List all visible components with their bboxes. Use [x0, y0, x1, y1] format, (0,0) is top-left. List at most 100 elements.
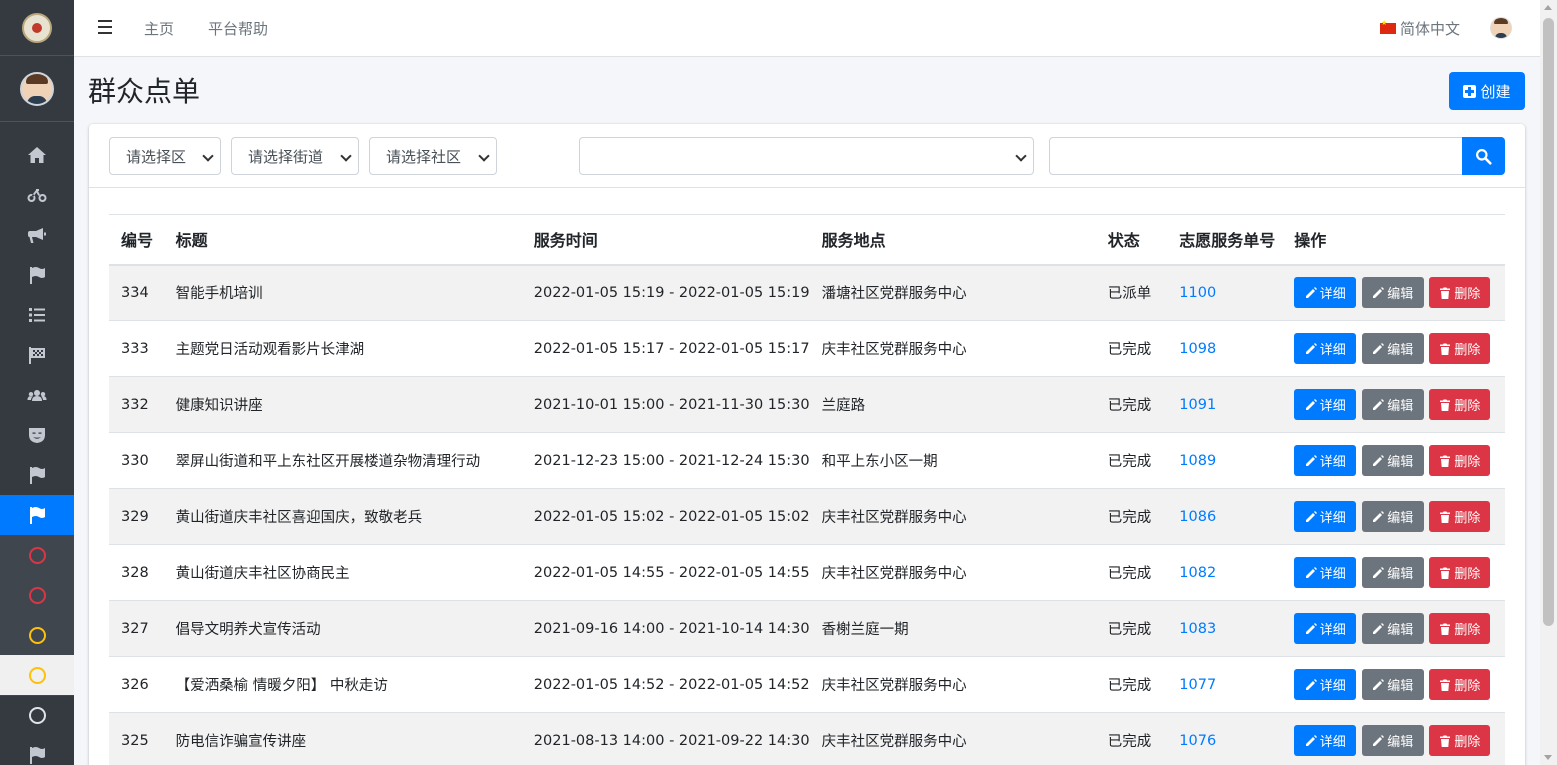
language-selector[interactable]: 简体中文 [1379, 18, 1460, 39]
cell-status: 已完成 [1095, 320, 1168, 377]
user-menu-avatar[interactable] [1490, 17, 1512, 39]
delete-button[interactable]: 删除 [1429, 445, 1491, 476]
edit-button[interactable]: 编辑 [1361, 389, 1424, 420]
delete-button[interactable]: 删除 [1429, 277, 1491, 309]
sidebar-item-list[interactable] [0, 295, 74, 335]
edit-button[interactable]: 编辑 [1361, 277, 1424, 309]
sidebar-item-home[interactable] [0, 135, 74, 175]
nav-link-home[interactable]: 主页 [144, 18, 174, 39]
cell-actions: 详细 编辑 删除 [1282, 320, 1505, 377]
delete-button-label: 删除 [1454, 343, 1481, 358]
cell-title: 翠屏山街道和平上东社区开展楼道杂物清理行动 [163, 432, 522, 489]
order-link[interactable]: 1077 [1179, 677, 1216, 693]
detail-button[interactable]: 详细 [1294, 669, 1357, 700]
cell-order: 1100 [1167, 264, 1283, 321]
edit-button[interactable]: 编辑 [1361, 725, 1424, 757]
create-button[interactable]: 创建 [1449, 72, 1525, 110]
detail-button-label: 详细 [1319, 679, 1346, 694]
detail-button[interactable]: 详细 [1294, 613, 1357, 644]
menu-toggle-icon[interactable] [98, 20, 112, 34]
edit-button[interactable]: 编辑 [1361, 669, 1424, 700]
cell-place: 庆丰社区党群服务中心 [809, 656, 1096, 713]
page-scrollbar[interactable] [1540, 0, 1557, 765]
order-link[interactable]: 1100 [1179, 285, 1216, 301]
delete-button-label: 删除 [1454, 567, 1481, 582]
order-link[interactable]: 1086 [1179, 509, 1216, 525]
scroll-up-icon[interactable] [1544, 5, 1552, 10]
detail-button[interactable]: 详细 [1294, 389, 1357, 420]
sidebar-item-announcement[interactable] [0, 215, 74, 255]
delete-button[interactable]: 删除 [1429, 669, 1491, 700]
cell-order: 1082 [1167, 544, 1283, 601]
sidebar-item-flag-1[interactable] [0, 255, 74, 295]
detail-button[interactable]: 详细 [1294, 277, 1357, 309]
sidebar-item-flag-2[interactable] [0, 455, 74, 495]
delete-button[interactable]: 删除 [1429, 501, 1491, 532]
list-icon [29, 308, 45, 322]
sidebar-subitem-3[interactable] [0, 615, 74, 655]
order-link[interactable]: 1083 [1179, 621, 1216, 637]
delete-button-label: 删除 [1454, 511, 1481, 526]
detail-button[interactable]: 详细 [1294, 557, 1357, 588]
cell-id: 334 [109, 264, 164, 321]
cell-title: 倡导文明养犬宣传活动 [163, 600, 522, 657]
detail-button-label: 详细 [1319, 455, 1346, 470]
nav-link-help[interactable]: 平台帮助 [208, 18, 268, 39]
scroll-down-icon[interactable] [1544, 755, 1552, 760]
user-avatar [20, 71, 54, 106]
detail-button[interactable]: 详细 [1294, 445, 1357, 476]
category-select[interactable] [579, 137, 1034, 175]
order-link[interactable]: 1091 [1179, 397, 1216, 413]
search-button[interactable] [1462, 137, 1505, 175]
create-button-label: 创建 [1480, 82, 1511, 101]
edit-button[interactable]: 编辑 [1361, 445, 1424, 476]
detail-button[interactable]: 详细 [1294, 333, 1357, 364]
district-select-value: 请选择区 [126, 147, 187, 166]
sidebar-item-users[interactable] [0, 375, 74, 415]
page-title: 群众点单 [88, 75, 201, 108]
scrollbar-thumb[interactable] [1543, 18, 1554, 626]
delete-button[interactable]: 删除 [1429, 333, 1491, 364]
delete-button[interactable]: 删除 [1429, 613, 1491, 644]
edit-button[interactable]: 编辑 [1361, 333, 1424, 364]
order-link[interactable]: 1076 [1179, 733, 1216, 749]
delete-button[interactable]: 删除 [1429, 389, 1491, 420]
brand[interactable] [0, 0, 74, 56]
edit-button[interactable]: 编辑 [1361, 501, 1424, 532]
cell-status: 已完成 [1095, 544, 1168, 601]
trash-icon [1440, 567, 1451, 579]
cell-id: 333 [109, 320, 164, 377]
edit-button[interactable]: 编辑 [1361, 557, 1424, 588]
edit-button-label: 编辑 [1387, 511, 1414, 526]
order-link[interactable]: 1089 [1179, 453, 1216, 469]
sidebar [0, 0, 74, 765]
sidebar-item-bicycle[interactable] [0, 175, 74, 215]
sidebar-subitem-2[interactable] [0, 575, 74, 615]
order-link[interactable]: 1098 [1179, 341, 1216, 357]
street-select[interactable]: 请选择街道 [231, 137, 359, 175]
order-link[interactable]: 1082 [1179, 565, 1216, 581]
detail-button-label: 详细 [1319, 735, 1346, 751]
community-select[interactable]: 请选择社区 [369, 137, 497, 175]
sidebar-subitem-1[interactable] [0, 535, 74, 575]
delete-button[interactable]: 删除 [1429, 557, 1491, 588]
sidebar-item-checkered-flag[interactable] [0, 335, 74, 375]
sidebar-subitem-5[interactable] [0, 695, 74, 735]
sidebar-subitem-4[interactable] [0, 655, 74, 695]
pencil-icon [1373, 454, 1385, 466]
delete-button[interactable]: 删除 [1429, 725, 1491, 757]
column-header-order: 志愿服务单号 [1167, 214, 1283, 266]
detail-button[interactable]: 详细 [1294, 501, 1357, 532]
sidebar-item-flag-3[interactable] [0, 735, 74, 765]
sidebar-item-theater[interactable] [0, 415, 74, 455]
user-panel[interactable] [0, 56, 74, 122]
search-input[interactable] [1049, 137, 1463, 175]
district-select[interactable]: 请选择区 [109, 137, 221, 175]
sidebar-item-flag-active[interactable] [0, 495, 74, 535]
edit-button[interactable]: 编辑 [1361, 613, 1424, 644]
detail-button[interactable]: 详细 [1294, 725, 1357, 757]
column-header-time: 服务时间 [521, 214, 810, 266]
table-row: 332 健康知识讲座 2021-10-01 15:00 - 2021-11-30… [109, 376, 1505, 433]
language-label: 简体中文 [1399, 20, 1460, 38]
cell-actions: 详细 编辑 删除 [1282, 656, 1505, 713]
